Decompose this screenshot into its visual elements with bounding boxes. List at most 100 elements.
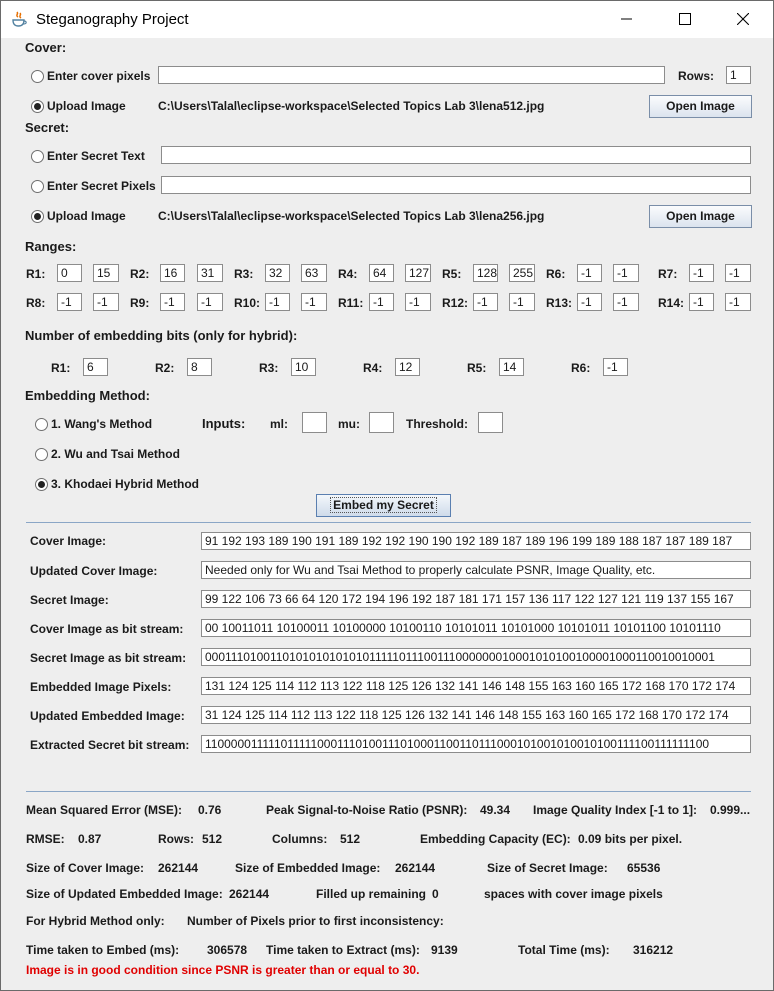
secret-open-image-button[interactable]: Open Image — [649, 205, 752, 228]
embedded-size-label: Size of Embedded Image: — [235, 861, 381, 875]
range-low-input[interactable]: 16 — [160, 264, 185, 282]
bits-input[interactable]: 6 — [83, 358, 108, 376]
updated-embedded-output[interactable]: 31 124 125 114 112 113 122 118 125 126 1… — [201, 706, 751, 724]
filled-label: Filled up remaining — [316, 887, 427, 901]
khodaei-method-radio[interactable] — [35, 478, 48, 491]
range-low-input[interactable]: -1 — [577, 293, 602, 311]
range-high-input[interactable]: 127 — [405, 264, 431, 282]
range-label: R1: — [26, 267, 46, 281]
app-window: Steganography Project Cover: Enter cover… — [0, 0, 774, 991]
embedding-method-heading: Embedding Method: — [25, 388, 150, 403]
output-label: Secret Image: — [30, 593, 109, 607]
updated-embedded-size-value: 262144 — [229, 887, 270, 901]
threshold-input[interactable] — [478, 412, 503, 433]
extracted-bitstream-output[interactable]: 1100000111110111110001110100111010001100… — [201, 735, 751, 753]
range-high-input[interactable]: -1 — [301, 293, 327, 311]
separator — [26, 522, 751, 523]
minimize-button[interactable] — [598, 1, 656, 38]
range-high-input[interactable]: 15 — [93, 264, 119, 282]
range-high-input[interactable]: -1 — [613, 293, 639, 311]
range-low-input[interactable]: -1 — [577, 264, 602, 282]
secret-text-input[interactable] — [161, 146, 751, 164]
range-high-input[interactable]: -1 — [405, 293, 431, 311]
range-high-input[interactable]: -1 — [613, 264, 639, 282]
embedded-pixels-output[interactable]: 131 124 125 114 112 113 122 118 125 126 … — [201, 677, 751, 695]
bits-input[interactable]: 10 — [291, 358, 316, 376]
rows-stat-value: 512 — [202, 832, 223, 846]
cover-upload-radio[interactable] — [31, 100, 44, 113]
cover-open-image-label: Open Image — [666, 99, 735, 113]
columns-label: Columns: — [272, 832, 328, 846]
range-low-input[interactable]: -1 — [369, 293, 394, 311]
rmse-label: RMSE: — [26, 832, 65, 846]
secret-text-radio[interactable] — [31, 150, 44, 163]
bits-input[interactable]: -1 — [603, 358, 628, 376]
embed-time-label: Time taken to Embed (ms): — [26, 943, 180, 957]
output-label: Updated Embedded Image: — [30, 709, 185, 723]
cover-bitstream-output[interactable]: 00 10011011 10100011 10100000 10100110 1… — [201, 619, 751, 637]
updated-cover-output[interactable]: Needed only for Wu and Tsai Method to pr… — [201, 561, 751, 579]
range-high-input[interactable]: -1 — [725, 293, 751, 311]
maximize-button[interactable] — [656, 1, 714, 38]
range-high-input[interactable]: -1 — [509, 293, 535, 311]
cover-open-image-button[interactable]: Open Image — [649, 95, 752, 118]
embedding-bits-heading: Number of embedding bits (only for hybri… — [25, 328, 298, 343]
secret-size-value: 65536 — [627, 861, 661, 875]
wang-method-radio[interactable] — [35, 418, 48, 431]
wu-tsai-method-radio[interactable] — [35, 448, 48, 461]
output-label: Updated Cover Image: — [30, 564, 158, 578]
cover-size-value: 262144 — [158, 861, 199, 875]
ranges-heading: Ranges: — [25, 239, 77, 254]
secret-pixels-radio[interactable] — [31, 180, 44, 193]
range-low-input[interactable]: 128 — [473, 264, 498, 282]
mu-input[interactable] — [369, 412, 394, 433]
range-low-input[interactable]: 64 — [369, 264, 394, 282]
range-high-input[interactable]: 31 — [197, 264, 223, 282]
range-low-input[interactable]: -1 — [160, 293, 185, 311]
range-high-input[interactable]: -1 — [93, 293, 119, 311]
output-label: Extracted Secret bit stream: — [30, 738, 190, 752]
secret-pixels-label: Enter Secret Pixels — [47, 179, 156, 193]
embed-secret-label: Embed my Secret — [330, 497, 437, 513]
psnr-status-message: Image is in good condition since PSNR is… — [26, 963, 420, 977]
extract-time-value: 9139 — [431, 943, 458, 957]
range-label: R9: — [130, 296, 150, 310]
cover-path: C:\Users\Talal\eclipse-workspace\Selecte… — [158, 99, 545, 113]
secret-image-output[interactable]: 99 122 106 73 66 64 120 172 194 196 192 … — [201, 590, 751, 608]
cover-pixels-input[interactable] — [158, 66, 665, 84]
rows-input[interactable]: 1 — [726, 66, 751, 84]
cover-pixels-radio[interactable] — [31, 70, 44, 83]
range-low-input[interactable]: -1 — [265, 293, 290, 311]
range-low-input[interactable]: -1 — [689, 293, 714, 311]
total-time-value: 316212 — [633, 943, 674, 957]
bits-input[interactable]: 8 — [187, 358, 212, 376]
range-high-input[interactable]: 63 — [301, 264, 327, 282]
window-title: Steganography Project — [36, 11, 189, 28]
bits-label: R4: — [363, 361, 383, 375]
secret-text-label: Enter Secret Text — [47, 149, 145, 163]
range-high-input[interactable]: -1 — [725, 264, 751, 282]
secret-pixels-input[interactable] — [161, 176, 751, 194]
range-low-input[interactable]: -1 — [689, 264, 714, 282]
range-low-input[interactable]: 0 — [57, 264, 82, 282]
secret-upload-label: Upload Image — [47, 209, 126, 223]
cover-image-output[interactable]: 91 192 193 189 190 191 189 192 192 190 1… — [201, 532, 751, 550]
inputs-label: Inputs: — [202, 416, 246, 431]
range-high-input[interactable]: 255 — [509, 264, 535, 282]
close-button[interactable] — [714, 1, 772, 38]
bits-input[interactable]: 12 — [395, 358, 420, 376]
ml-input[interactable] — [302, 412, 327, 433]
bits-label: R2: — [155, 361, 175, 375]
hybrid-label: For Hybrid Method only: — [26, 914, 165, 928]
bits-label: R1: — [51, 361, 71, 375]
range-low-input[interactable]: -1 — [473, 293, 498, 311]
secret-upload-radio[interactable] — [31, 210, 44, 223]
range-high-input[interactable]: -1 — [197, 293, 223, 311]
range-low-input[interactable]: -1 — [57, 293, 82, 311]
range-label: R11: — [338, 296, 364, 310]
range-low-input[interactable]: 32 — [265, 264, 290, 282]
maximize-icon — [679, 13, 691, 25]
secret-bitstream-output[interactable]: 0001110100110101010101010111110111001110… — [201, 648, 751, 666]
embed-secret-button[interactable]: Embed my Secret — [316, 494, 451, 517]
bits-input[interactable]: 14 — [499, 358, 524, 376]
